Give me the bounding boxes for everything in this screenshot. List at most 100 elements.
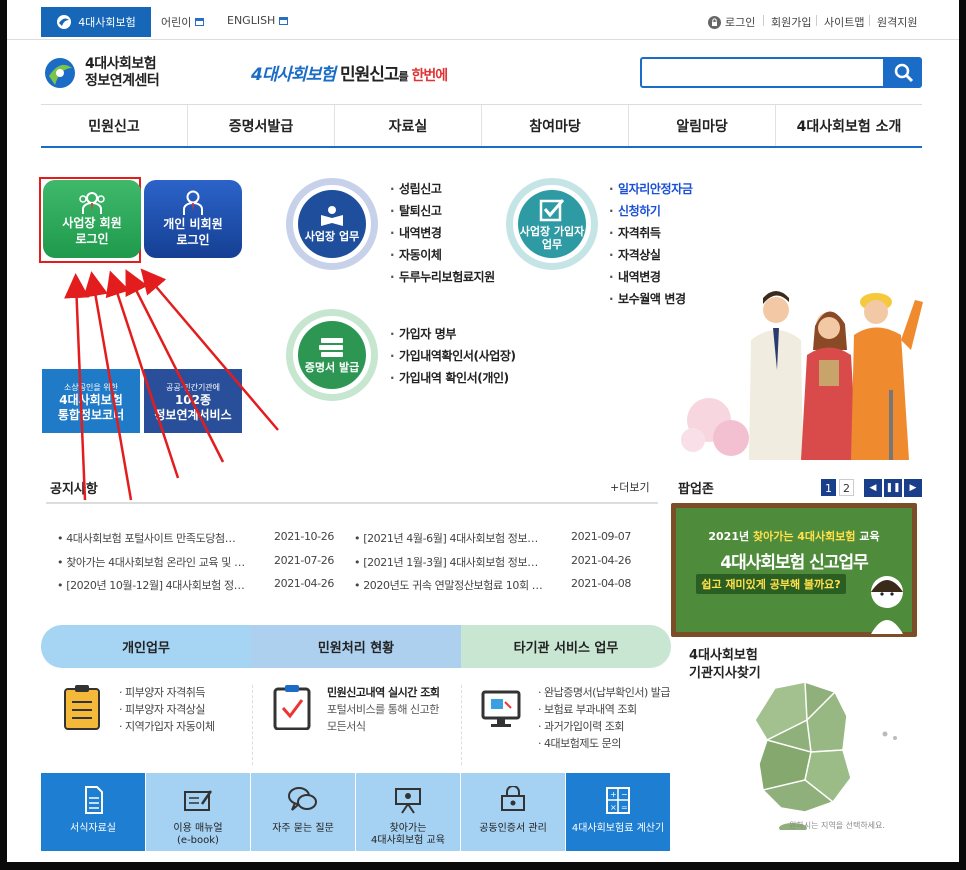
- banner2-line2: 정보연계서비스: [154, 408, 232, 422]
- notice-item[interactable]: • [2021년 4월-6월] 4대사회보험 정보…: [354, 530, 538, 546]
- link-change-details[interactable]: 내역변경: [390, 222, 495, 244]
- business-login-line2: 로그인: [75, 232, 109, 246]
- popup-banner-education[interactable]: 2021년 찾아가는 4대사회보험 교육 4대사회보험 신고업무 쉽고 재미있게…: [671, 503, 917, 637]
- notice-title: 공지사항: [50, 482, 98, 497]
- english-link[interactable]: ENGLISH: [227, 14, 289, 27]
- notice-item[interactable]: • 2020년도 귀속 연말정산보험료 10회 …: [354, 577, 543, 593]
- monitor-icon: [481, 690, 521, 727]
- column-divider: [252, 685, 253, 765]
- popup-line1-highlight: 찾아가는 4대사회보험: [752, 530, 856, 543]
- nav-about[interactable]: 4대사회보험 소개: [775, 105, 922, 146]
- quick-cert-label: 공동인증서 관리: [479, 823, 547, 834]
- presentation-icon: [395, 788, 421, 814]
- search-button[interactable]: [885, 57, 922, 88]
- next-icon[interactable]: ▶: [904, 479, 922, 497]
- kids-link[interactable]: 어린이: [161, 14, 205, 30]
- small-business-info-banner[interactable]: 소상공인을 위한 4대사회보험 통합정보코너: [42, 369, 140, 433]
- quick-forms-archive[interactable]: 서식자료실: [41, 773, 146, 851]
- link-qualify-acquire[interactable]: 자격취득: [609, 222, 692, 244]
- book-edit-icon: [184, 790, 213, 811]
- notice-item-title: [2021년 1월-3월] 4대사회보험 정보…: [363, 556, 538, 569]
- service-tabs: 개인업무 민원처리 현황 타기관 서비스 업무: [41, 625, 671, 668]
- nav-notice[interactable]: 알림마당: [628, 105, 775, 146]
- notice-item[interactable]: • 4대사회보험 포털사이트 만족도당첨…: [57, 530, 236, 546]
- individual-nonmember-login-button[interactable]: 개인 비회원 로그인: [144, 180, 242, 258]
- tab-personal[interactable]: 개인업무: [41, 625, 251, 668]
- quick-visiting-education[interactable]: 찾아가는 4대사회보험 교육: [356, 773, 461, 851]
- link-subscription-cert-personal[interactable]: 가입내역 확인서(개인): [390, 367, 516, 389]
- remote-support-link[interactable]: 원격지원: [877, 14, 917, 30]
- notice-item[interactable]: • [2021년 1월-3월] 4대사회보험 정보…: [354, 554, 538, 570]
- home-tab[interactable]: 4대사회보험: [41, 7, 151, 37]
- link-insurance-inquiry[interactable]: 4대보험제도 문의: [538, 735, 670, 752]
- subscriber-work-circle[interactable]: 사업장 가입자 업무: [506, 178, 598, 270]
- nav-participation[interactable]: 참여마당: [481, 105, 628, 146]
- link-withdraw-report[interactable]: 탈퇴신고: [390, 200, 495, 222]
- prev-icon[interactable]: ◀: [864, 479, 882, 497]
- logo-mark-icon: [57, 15, 72, 29]
- status-desc1: 포털서비스를 통해 신고한: [327, 703, 439, 716]
- link-auto-transfer[interactable]: 자동이체: [390, 244, 495, 266]
- login-link[interactable]: 로그인: [708, 14, 755, 30]
- quick-forms-label: 서식자료실: [70, 823, 116, 834]
- slogan-small: 를: [398, 70, 409, 83]
- banner2-line1: 102종: [174, 393, 212, 407]
- individual-login-line2: 로그인: [176, 233, 210, 247]
- link-qualify-lose[interactable]: 자격상실: [609, 244, 692, 266]
- quick-certificate-manage[interactable]: 공동인증서 관리: [461, 773, 566, 851]
- status-title[interactable]: 민원신고내역 실시간 조회: [327, 684, 440, 700]
- notice-more-link[interactable]: +더보기: [610, 479, 650, 495]
- link-past-history[interactable]: 과거가입이력 조회: [538, 718, 670, 735]
- main-nav: 민원신고 증명서발급 자료실 참여마당 알림마당 4대사회보험 소개: [41, 104, 922, 148]
- link-durunuri-support[interactable]: 두루누리보험료지원: [390, 266, 495, 288]
- notice-item-date: 2021-04-26: [274, 577, 334, 590]
- link-dependent-lose[interactable]: 피부양자 자격상실: [119, 701, 215, 718]
- kids-label: 어린이: [161, 16, 192, 29]
- link-establish-report[interactable]: 성립신고: [390, 178, 495, 200]
- popup-zone-title: 팝업존: [678, 482, 714, 497]
- quick-premium-calculator[interactable]: + − × = 4대사회보험료 계산기: [566, 773, 671, 851]
- nav-complaint[interactable]: 민원신고: [41, 105, 187, 146]
- quick-education-label2: 4대사회보험 교육: [371, 835, 445, 846]
- business-work-circle[interactable]: 사업장 업무: [286, 178, 378, 270]
- link-apply[interactable]: 신청하기: [609, 200, 692, 222]
- home-tab-label: 4대사회보험: [78, 16, 136, 29]
- notice-item[interactable]: • [2020년 10월-12월] 4대사회보험 정…: [57, 577, 245, 593]
- search-icon: [894, 63, 913, 82]
- nav-certificate[interactable]: 증명서발급: [187, 105, 334, 146]
- link-dependent-acquire[interactable]: 피부양자 자격취득: [119, 684, 215, 701]
- quick-user-manual[interactable]: 이용 매뉴얼 (e-book): [146, 773, 251, 851]
- join-link[interactable]: 회원가입: [771, 14, 811, 30]
- document-icon: [85, 786, 103, 814]
- pause-icon[interactable]: ❚❚: [884, 479, 902, 497]
- nav-archive[interactable]: 자료실: [334, 105, 481, 146]
- status-column: 민원신고내역 실시간 조회 포털서비스를 통해 신고한모든서식: [272, 680, 472, 762]
- new-window-icon: [195, 18, 205, 26]
- sitemap-link[interactable]: 사이트맵: [824, 14, 864, 30]
- site-logo[interactable]: 4대사회보험 정보연계센터: [43, 56, 160, 90]
- notice-item[interactable]: • 찾아가는 4대사회보험 온라인 교육 및 …: [57, 554, 245, 570]
- status-desc2: 모든서식: [327, 720, 366, 733]
- link-subscription-cert-business[interactable]: 가입내역확인서(사업장): [390, 345, 516, 367]
- notice-divider: [46, 502, 658, 504]
- link-subscriber-list[interactable]: 가입자 명부: [390, 323, 516, 345]
- quick-faq-label: 자주 묻는 질문: [272, 823, 334, 834]
- business-member-login-button[interactable]: 사업장 회원 로그인: [43, 180, 141, 258]
- tab-other-agency[interactable]: 타기관 서비스 업무: [461, 625, 671, 668]
- popup-page-1[interactable]: 1: [821, 479, 836, 496]
- korea-map[interactable]: [735, 680, 915, 830]
- link-regional-auto-transfer[interactable]: 지역가입자 자동이체: [119, 718, 215, 735]
- link-premium-history[interactable]: 보험료 부과내역 조회: [538, 701, 670, 718]
- info-link-service-banner[interactable]: 공공·민간기관에 102종 정보연계서비스: [144, 369, 242, 433]
- certificate-issue-circle[interactable]: 증명서 발급: [286, 309, 378, 401]
- popup-page-2[interactable]: 2: [839, 479, 854, 496]
- branch-finder-title: 4대사회보험 기관지사찾기: [689, 647, 761, 683]
- link-job-stability-fund[interactable]: 일자리안정자금: [609, 178, 693, 200]
- search-input[interactable]: [640, 57, 885, 88]
- clipboard-list-icon: [64, 685, 100, 730]
- quick-faq[interactable]: 자주 묻는 질문: [251, 773, 356, 851]
- quick-links: 서식자료실 이용 매뉴얼 (e-book) 자주 묻는 질문 찾아가는 4대사회…: [41, 773, 671, 851]
- link-payment-cert[interactable]: 완납증명서(납부확인서) 발급: [538, 684, 671, 701]
- tab-complaint-status[interactable]: 민원처리 현황: [251, 625, 461, 668]
- subscriber-work-label2: 업무: [541, 237, 563, 251]
